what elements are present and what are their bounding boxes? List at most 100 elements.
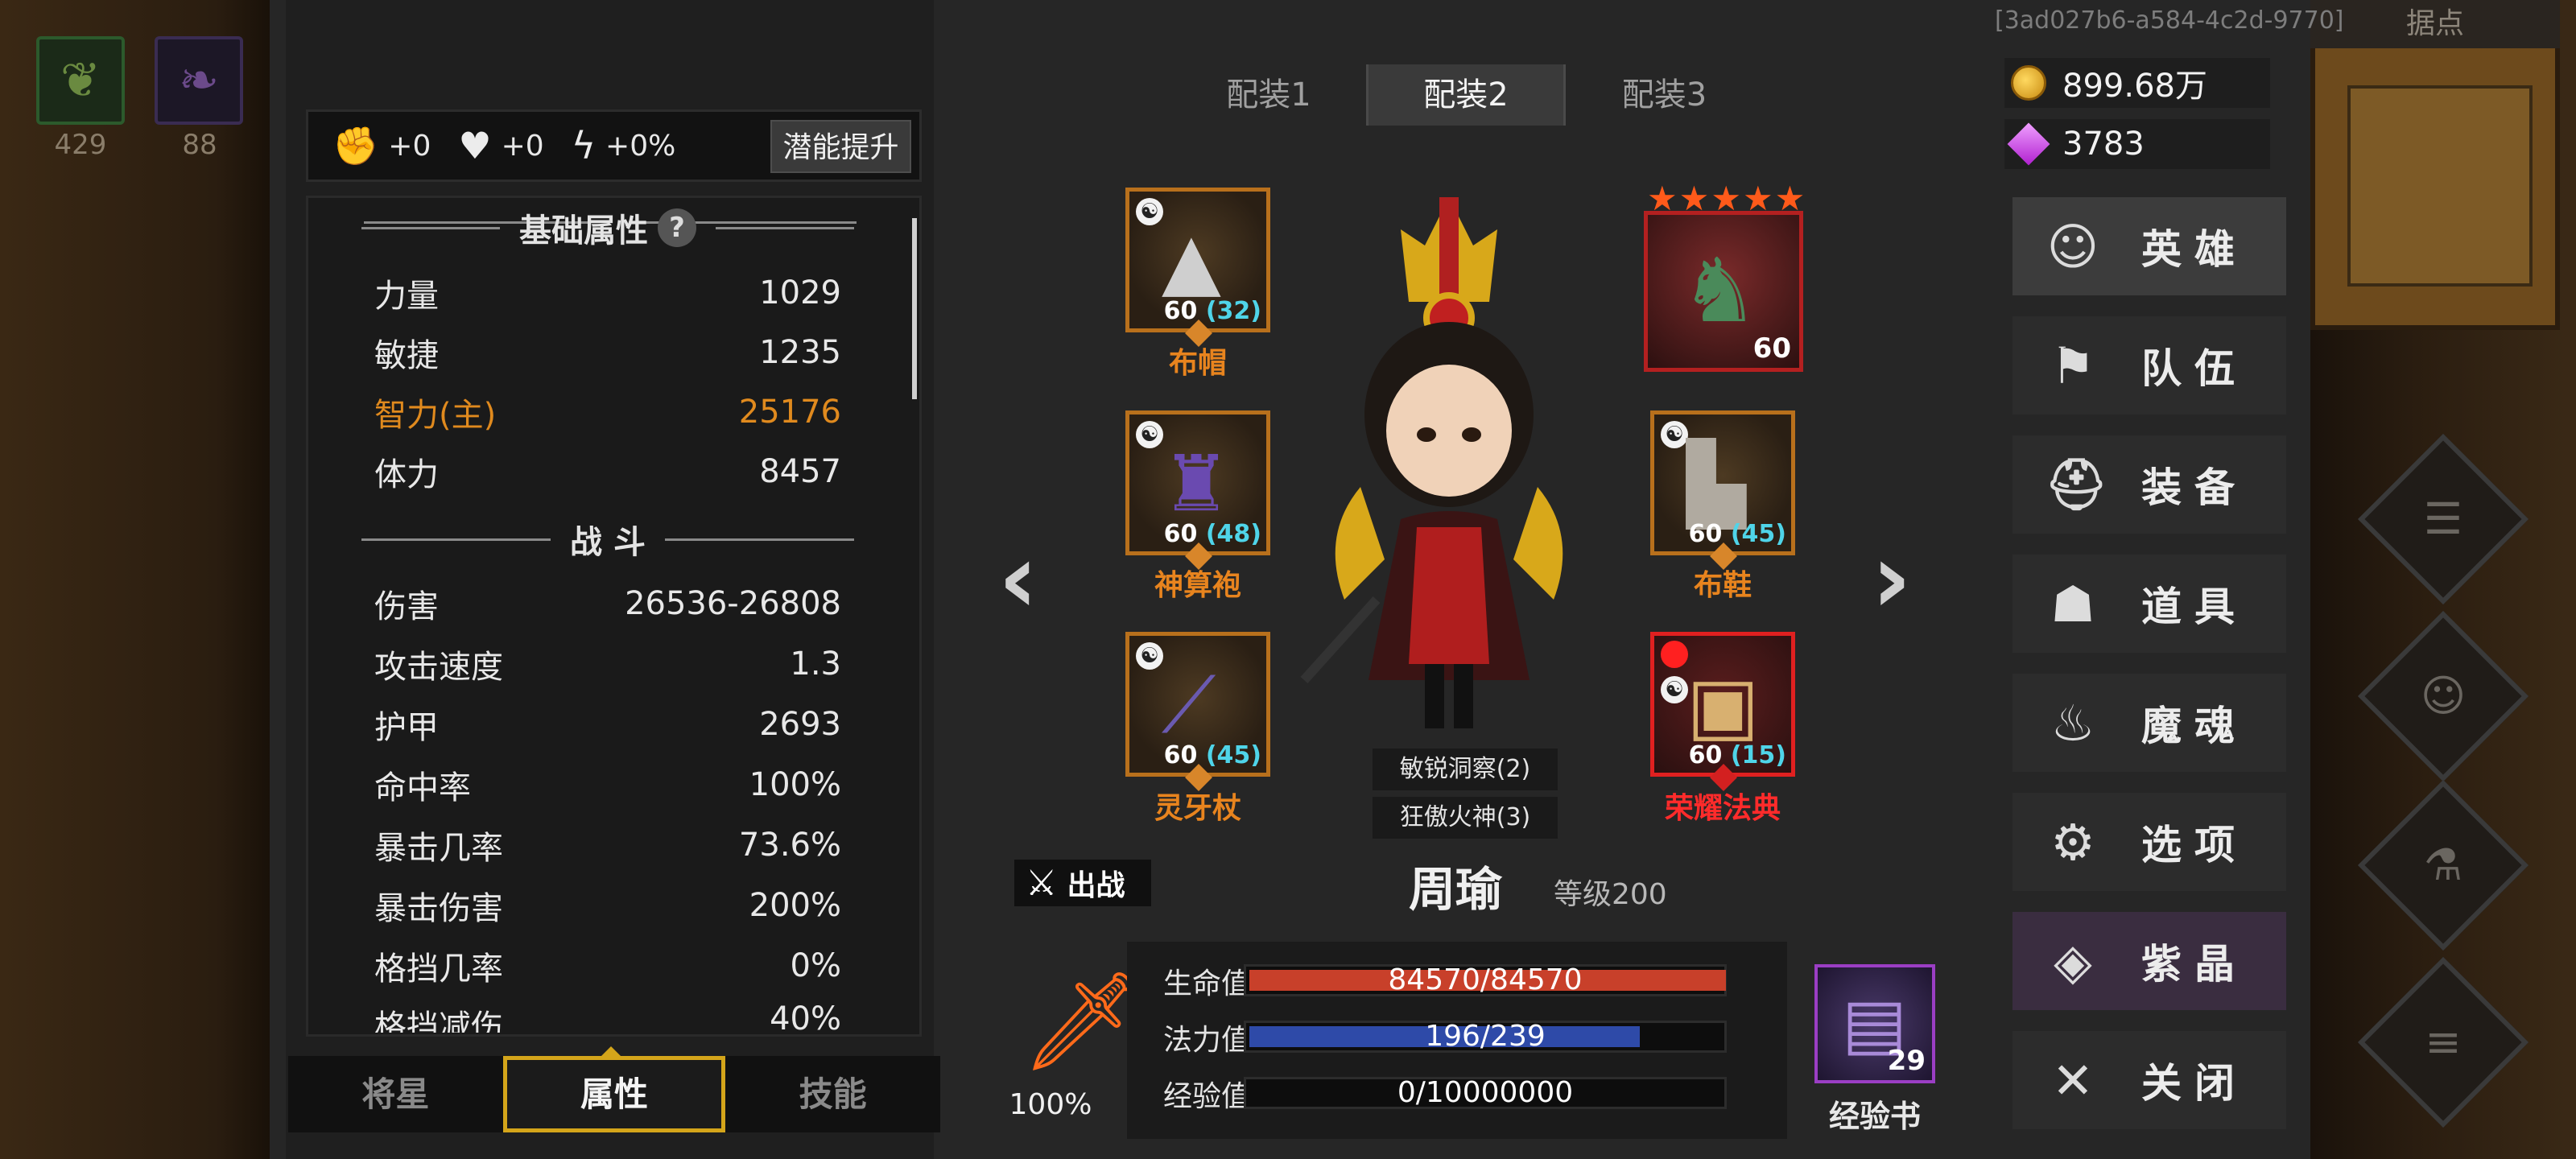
item-level: 60 (15) xyxy=(1688,741,1786,769)
gem-display: 3783 xyxy=(2004,119,2270,169)
hero-name: 周瑜 xyxy=(1409,862,1503,917)
crystal-icon: ◈ xyxy=(2054,931,2092,991)
skill-tag[interactable]: 狂傲火神(3) xyxy=(1373,797,1558,839)
item-level: 60 (45) xyxy=(1688,520,1786,548)
bottom-tab-bar: 将星 属性 技能 xyxy=(288,1056,940,1132)
tab-attributes[interactable]: 属性 xyxy=(502,1056,726,1132)
helmet-icon: ⛑ xyxy=(2045,455,2108,514)
menu-crystal-label: 紫晶 xyxy=(2141,941,2248,988)
stat-label: 格挡减伤 xyxy=(374,1008,503,1033)
menu-items[interactable]: ☗ 道具 xyxy=(2013,555,2286,653)
stat-row: 护甲 2693 xyxy=(374,699,841,750)
menu-close[interactable]: ✕ 关闭 xyxy=(2013,1031,2286,1129)
tab-loadout-2[interactable]: 配装2 xyxy=(1368,64,1566,126)
yin-yang-icon: ☯ xyxy=(1136,198,1163,225)
item-name-hat: 布帽 xyxy=(1168,347,1227,380)
stat-row: 伤害 26536-26808 xyxy=(374,578,841,629)
stat-label: 体力 xyxy=(374,456,439,493)
menu-equipment[interactable]: ⛑ 装备 xyxy=(2013,435,2286,534)
gem-amount: 3783 xyxy=(2062,126,2145,163)
yin-yang-icon: ☯ xyxy=(1136,421,1163,448)
list-icon: ≡ xyxy=(2425,1017,2462,1067)
yin-yang-icon: ☯ xyxy=(1661,676,1688,703)
equipment-slot-staff[interactable]: ☯ ⟋ 60 (45) xyxy=(1125,632,1270,791)
menu-close-label: 关闭 xyxy=(2141,1060,2248,1107)
stat-value: 0% xyxy=(790,947,841,984)
coin-icon xyxy=(2011,65,2046,101)
stat-label: 智力(主) xyxy=(374,397,497,434)
stat-label: 敏捷 xyxy=(374,337,439,374)
attribute-scrollbar[interactable] xyxy=(912,218,917,399)
stat-label: 伤害 xyxy=(374,588,439,625)
stat-label: 攻击速度 xyxy=(374,649,503,686)
menu-hero-label: 英雄 xyxy=(2141,226,2248,273)
help-icon[interactable]: ? xyxy=(658,208,696,247)
flame-icon: ♨ xyxy=(2050,693,2095,753)
equipment-slot-robe[interactable]: ☯ ♜ 60 (48) xyxy=(1125,410,1270,570)
quick-slot-potion[interactable]: ❦ xyxy=(36,36,125,125)
feather-icon: ❧ xyxy=(178,52,220,109)
skill-tag[interactable]: 敏锐洞察(2) xyxy=(1373,749,1558,790)
equipment-slot-book[interactable]: ☯ ▣ 60 (15) xyxy=(1650,632,1795,791)
stat-label: 格挡几率 xyxy=(374,951,503,988)
world-left-strip xyxy=(0,0,270,1159)
strength-bonus-value: +0 xyxy=(388,129,431,163)
stat-label: 暴击伤害 xyxy=(374,890,503,927)
menu-team[interactable]: ⚑ 队伍 xyxy=(2013,316,2286,415)
staff-icon: ⟋ xyxy=(1162,660,1216,750)
menu-crystal[interactable]: ◈ 紫晶 xyxy=(2013,912,2286,1010)
exp-bar: 0/10000000 xyxy=(1244,1077,1727,1109)
minimap-room xyxy=(2347,85,2533,287)
menu-equipment-label: 装备 xyxy=(2141,464,2248,511)
health-bonus-value: +0 xyxy=(501,129,544,163)
stat-value: 1029 xyxy=(759,274,841,311)
speed-bonus: ϟ +0% xyxy=(572,124,676,167)
pet-slot[interactable]: ♞ 60 xyxy=(1644,211,1803,372)
menu-hero[interactable]: ☺ 英雄 xyxy=(2013,197,2286,295)
stat-label: 命中率 xyxy=(374,769,471,806)
equipment-slot-shoes[interactable]: ☯ ▙ 60 (45) xyxy=(1650,410,1795,570)
power-sword-icon: 🗡 xyxy=(1021,966,1144,1078)
tab-loadout-1[interactable]: 配装1 xyxy=(1171,64,1368,126)
potential-upgrade-button[interactable]: 潜能提升 xyxy=(770,120,911,173)
hero-portrait xyxy=(1300,197,1563,728)
stat-value: 26536-26808 xyxy=(625,585,841,622)
stat-value: 8457 xyxy=(759,453,841,490)
previous-hero-arrow[interactable]: ‹ xyxy=(998,523,1038,635)
quick-slot-count: 88 xyxy=(182,129,217,161)
crossed-swords-icon: ⚔ xyxy=(1026,862,1058,904)
menu-soul[interactable]: ♨ 魔魂 xyxy=(2013,674,2286,772)
stat-row: 智力(主) 25176 xyxy=(374,386,841,438)
quick-slot-scroll[interactable]: ❧ xyxy=(155,36,243,125)
equipment-slot-hat[interactable]: ☯ ▲ 60 (32) xyxy=(1125,188,1270,347)
item-name-shoes: 布鞋 xyxy=(1693,569,1752,602)
menu-options-label: 选项 xyxy=(2141,822,2248,868)
stat-row: 体力 8457 xyxy=(374,446,841,497)
combat-title: 战 斗 xyxy=(570,524,646,561)
yin-yang-icon: ☯ xyxy=(1661,421,1688,448)
next-hero-arrow[interactable]: › xyxy=(1872,523,1911,635)
creature-icon: ♞ xyxy=(1680,239,1760,342)
stat-row: 格挡几率 0% xyxy=(374,940,841,992)
hero-model[interactable] xyxy=(1288,181,1610,761)
stat-label: 暴击几率 xyxy=(374,830,503,867)
minimap-title: 据点 xyxy=(2310,0,2560,48)
tab-skills[interactable]: 技能 xyxy=(725,1056,940,1132)
deploy-label: 出战 xyxy=(1067,869,1125,902)
basic-attributes-heading: 基础属性? xyxy=(342,204,873,252)
exp-book-label: 经验书 xyxy=(1828,1099,1921,1134)
stat-value: 2693 xyxy=(759,706,841,743)
minimap[interactable] xyxy=(2310,32,2560,330)
tab-loadout-3[interactable]: 配装3 xyxy=(1566,64,1763,126)
tab-stars[interactable]: 将星 xyxy=(288,1056,503,1132)
item-level: 60 (45) xyxy=(1163,741,1261,769)
stat-value: 25176 xyxy=(738,394,841,431)
strength-icon: ✊ xyxy=(332,123,379,167)
exp-book-item[interactable]: ▤ 29 xyxy=(1814,964,1935,1083)
menu-options[interactable]: ⚙ 选项 xyxy=(2013,793,2286,891)
deploy-button[interactable]: ⚔ 出战 xyxy=(1014,860,1151,906)
stat-row: 格挡减伤 40% xyxy=(374,1000,841,1033)
speed-bonus-value: +0% xyxy=(605,129,676,163)
menu-team-label: 队伍 xyxy=(2141,345,2248,392)
stat-row: 攻击速度 1.3 xyxy=(374,638,841,690)
